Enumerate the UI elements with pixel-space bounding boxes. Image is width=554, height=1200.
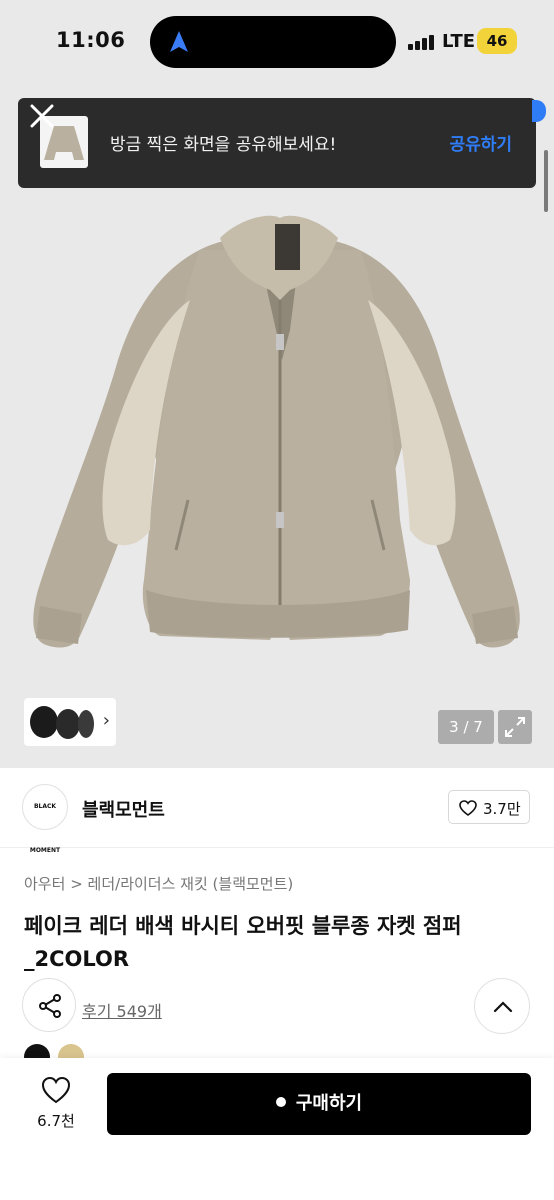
expand-icon[interactable]	[498, 710, 532, 744]
wishlist-count: 6.7천	[37, 1112, 75, 1130]
dynamic-island	[150, 16, 396, 68]
share-toast: 방금 찍은 화면을 공유해보세요! 공유하기	[18, 98, 536, 188]
thumbnails-arrow-icon: ›	[102, 710, 110, 731]
battery-icon: 46	[477, 28, 517, 54]
product-image[interactable]: 11:06 LTE 46 방금 찍은 화면을 공유해보세요! 공유하기 › 3 …	[0, 0, 554, 768]
breadcrumb-item[interactable]: 아우터	[24, 875, 65, 893]
heart-icon	[41, 1076, 71, 1104]
reviews-link[interactable]: 후기 549개	[82, 998, 162, 1022]
breadcrumb: 아우터 > 레더/라이더스 재킷 (블랙모먼트)	[24, 873, 293, 894]
thumbnail-image	[30, 706, 94, 739]
brand-like-button[interactable]: 3.7만	[448, 790, 530, 824]
heart-icon	[459, 800, 477, 816]
buy-button-label: 구매하기	[295, 1093, 363, 1114]
bottom-bar: 6.7천 구매하기	[0, 1058, 554, 1200]
share-action-button[interactable]: 공유하기	[449, 130, 512, 155]
scrollbar[interactable]	[544, 150, 548, 212]
product-title: 페이크 레더 배색 바시티 오버핏 블루종 자켓 점퍼_2COLOR	[24, 914, 462, 971]
buy-button[interactable]: 구매하기	[107, 1073, 531, 1135]
toast-message: 방금 찍은 화면을 공유해보세요!	[110, 135, 337, 155]
brand-like-count: 3.7만	[483, 800, 521, 818]
brand-row: BLACK MOMENT 블랙모먼트 3.7만	[0, 768, 554, 854]
brand-name[interactable]: 블랙모먼트	[82, 796, 165, 822]
signal-icon	[408, 34, 438, 50]
breadcrumb-separator: >	[70, 875, 83, 893]
network-label: LTE	[442, 31, 476, 52]
share-icon	[39, 994, 61, 1018]
color-thumbnails[interactable]: ›	[24, 698, 116, 746]
share-button[interactable]	[22, 978, 76, 1032]
wishlist-button[interactable]: 6.7천	[26, 1074, 86, 1138]
brand-logo[interactable]: BLACK MOMENT	[22, 784, 68, 854]
status-bar: 11:06 LTE 46	[0, 0, 554, 84]
breadcrumb-item[interactable]: 레더/라이더스 재킷 (블랙모먼트)	[88, 875, 294, 893]
chevron-up-icon	[493, 1001, 513, 1013]
close-icon[interactable]	[24, 98, 60, 134]
image-counter: 3 / 7	[438, 710, 494, 744]
status-time: 11:06	[56, 28, 126, 52]
dot-icon	[275, 1097, 286, 1107]
location-arrow-icon	[170, 31, 188, 52]
scroll-top-button[interactable]	[474, 978, 530, 1034]
